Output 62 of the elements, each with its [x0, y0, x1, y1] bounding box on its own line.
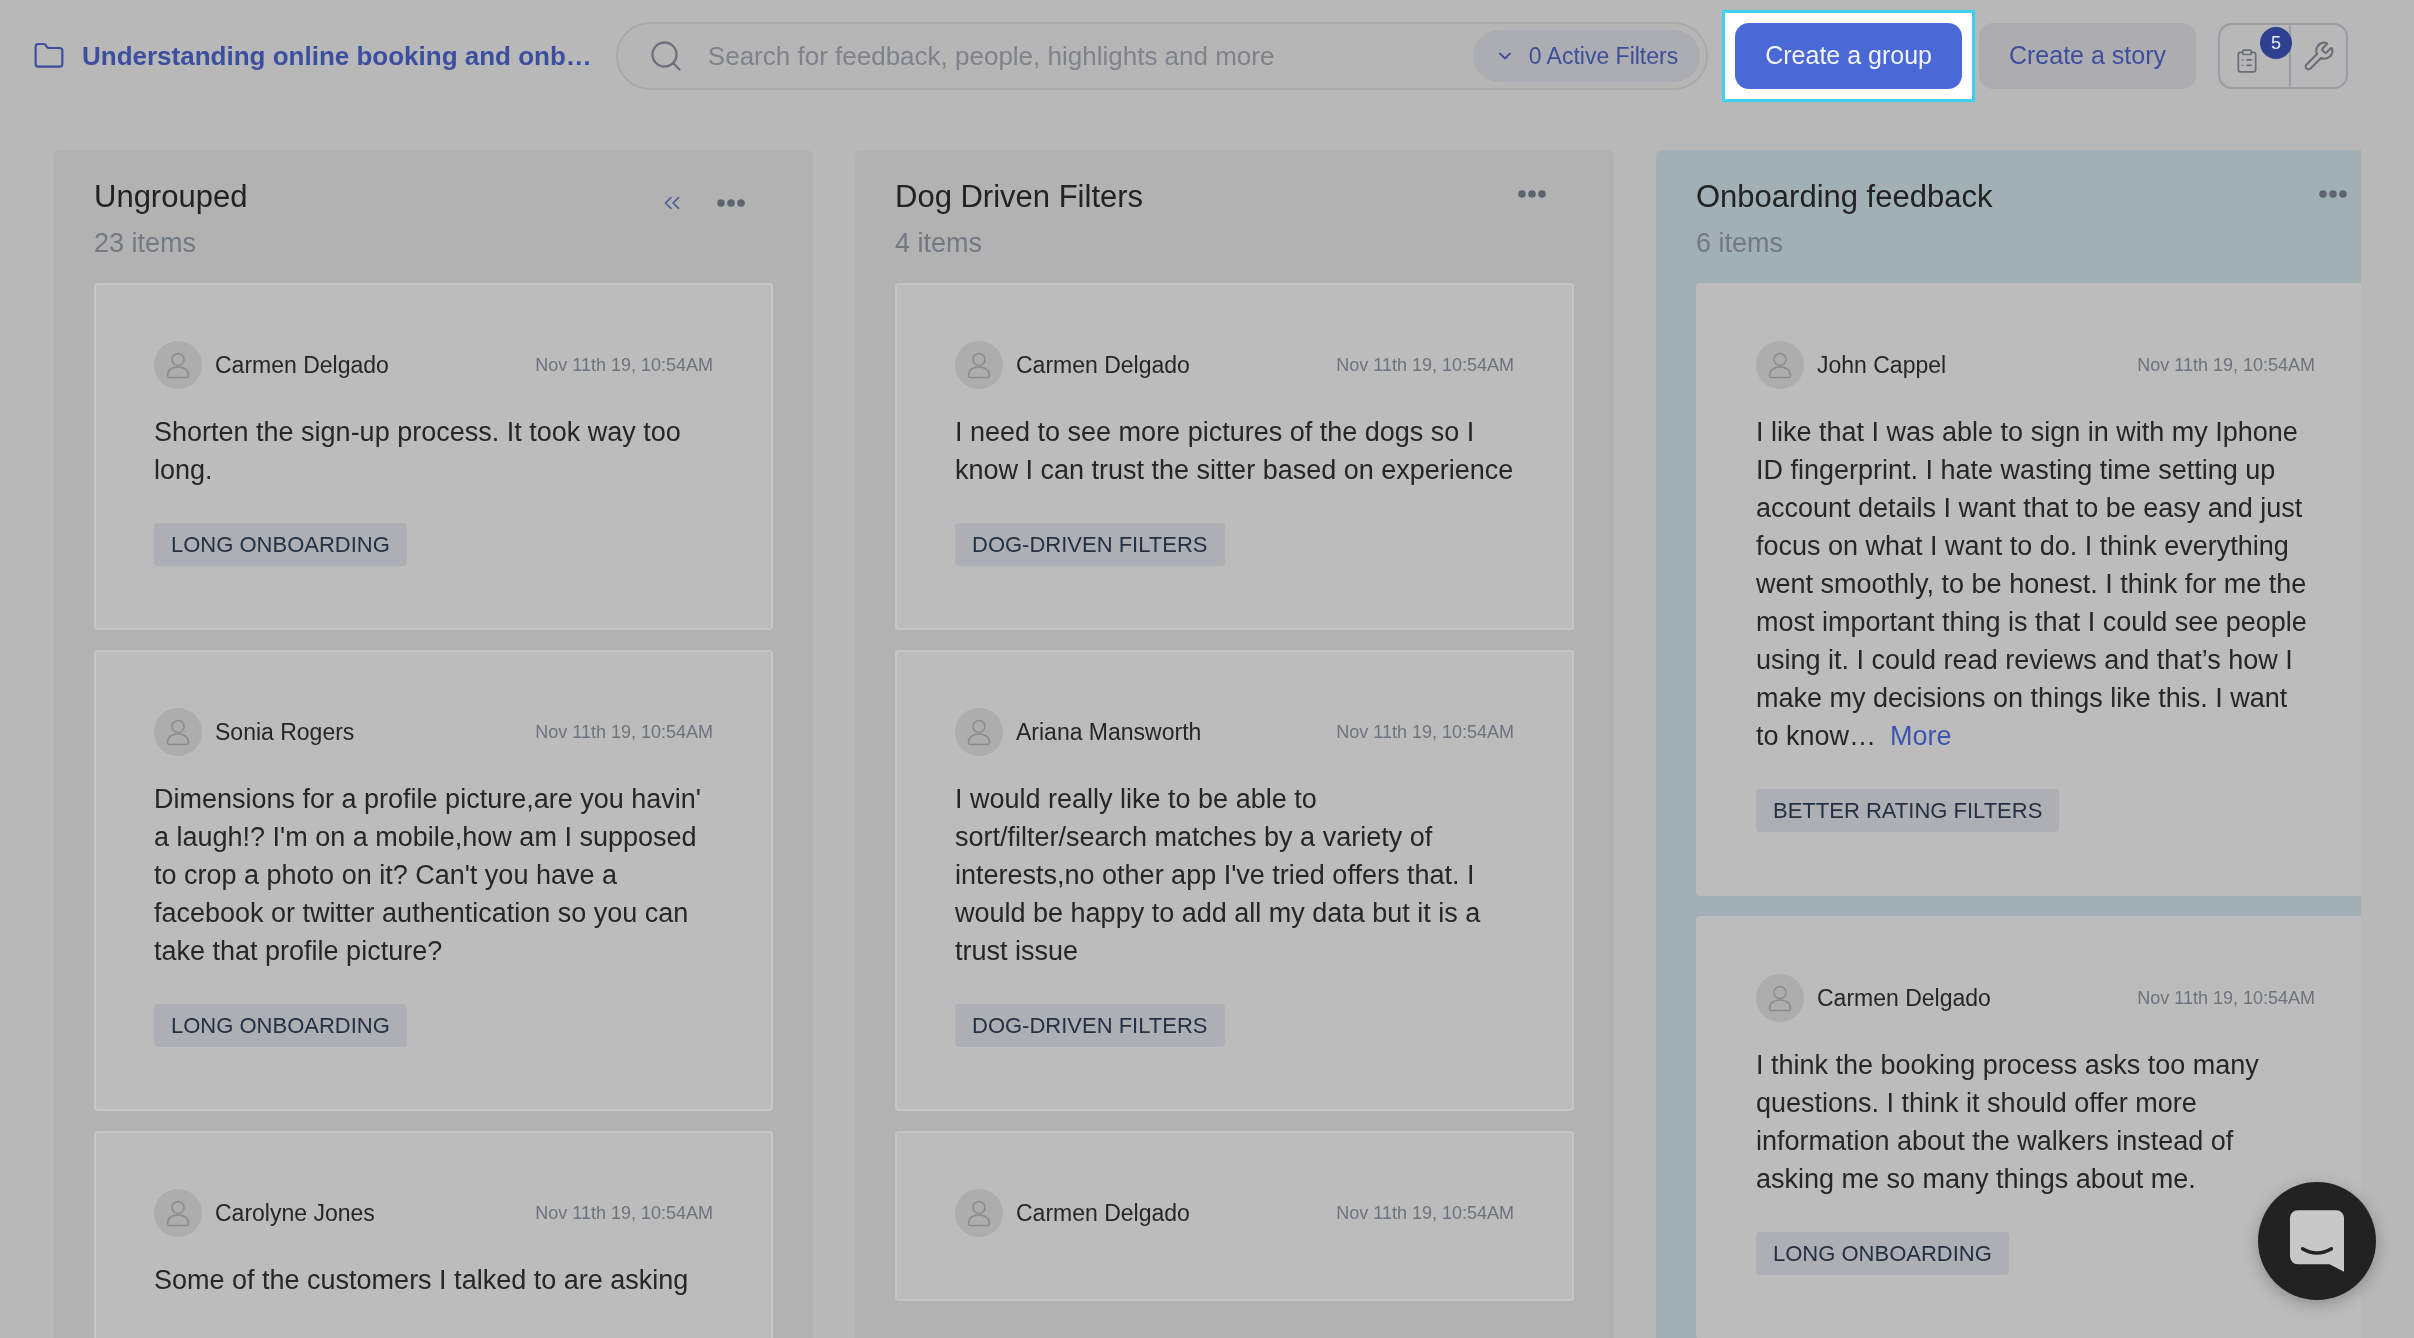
- date-text: Nov 11th 19, 10:54AM: [2137, 353, 2315, 377]
- avatar-icon: [955, 1189, 1003, 1237]
- tag: DOG-DRIVEN FILTERS: [955, 1004, 1225, 1047]
- author-name: Carmen Delgado: [1016, 350, 1190, 380]
- wrench-icon[interactable]: [2302, 40, 2335, 72]
- tag: LONG ONBOARDING: [1756, 1232, 2009, 1275]
- author-name: Carolyne Jones: [215, 1198, 375, 1228]
- chat-icon: [2290, 1210, 2344, 1272]
- tag: LONG ONBOARDING: [154, 1004, 407, 1047]
- avatar-icon: [154, 708, 202, 756]
- feedback-card[interactable]: Carmen Delgado Nov 11th 19, 10:54AM I need to see more pictures of the dogs so I know I can trust the sitter based on experience DOG-DRIVEN FILTERS: [895, 283, 1574, 630]
- feedback-text: Dimensions for a profile picture,are you havin' a laugh!? I'm on a mobile,how am I supposed to crop a photo on it? Can't you have a facebook or twitter authentication so you can take that profile picture?: [154, 783, 702, 968]
- group-title: Ungrouped: [94, 178, 248, 216]
- author-name: Carmen Delgado: [1817, 983, 1991, 1013]
- feedback-text: I would really like to be able to sort/filter/search matches by a variety of interests,no other app I've tried offers that. I would be happy to add all my data but it is a trust issue: [955, 783, 1482, 968]
- author-name: Ariana Mansworth: [1016, 717, 1202, 747]
- notification-count: 5: [2260, 27, 2292, 59]
- feedback-text: I need to see more pictures of the dogs so I know I can trust the sitter based on experience: [955, 416, 1514, 487]
- author-name: John Cappel: [1817, 350, 1947, 380]
- feedback-card[interactable]: [895, 650, 1574, 1111]
- avatar-icon: [154, 341, 202, 389]
- author-name: Carmen Delgado: [215, 350, 389, 380]
- feedback-card[interactable]: Carmen Delgado Nov 11th 19, 10:54AM Shorten the sign-up process. It took way too long. LONG ONBOARDING: [94, 283, 773, 630]
- action-button[interactable]: Create a group: [1735, 23, 1962, 89]
- avatar-icon: [955, 708, 1003, 756]
- feedback-text: Shorten the sign-up process. It took way too long.: [154, 416, 682, 487]
- feedback-card[interactable]: Carolyne Jones Nov 11th 19, 10:54AM Some of the customers I talked to are asking: [94, 1131, 773, 1338]
- more-link[interactable]: More: [1890, 721, 1952, 751]
- tag: BETTER RATING FILTERS: [1756, 789, 2060, 832]
- more-options-icon[interactable]: [717, 199, 745, 207]
- feedback-card[interactable]: [1696, 916, 2361, 1338]
- date-text: Nov 11th 19, 10:54AM: [535, 1201, 713, 1225]
- date-text: Nov 11th 19, 10:54AM: [535, 720, 713, 744]
- date-text: Nov 11th 19, 10:54AM: [535, 353, 713, 377]
- avatar-icon: [955, 341, 1003, 389]
- filters-button[interactable]: 0 Active Filters: [1472, 30, 1701, 82]
- avatar-icon: [1756, 341, 1804, 389]
- item-count: 23 items: [94, 227, 198, 260]
- feedback-text: I like that I was able to sign in with my Iphone ID fingerprint. I hate wasting time setting up account details I want that to be easy and just focus on what I want to do. I think everything went smoothly, to be honest. I think for me the most important thing is that I could see people using it. I could read reviews and that’s how I make my decisions on things like this. I want to know… More: [1756, 416, 2308, 753]
- date-text: Nov 11th 19, 10:54AM: [1336, 1201, 1514, 1225]
- feedback-card[interactable]: [1696, 283, 2361, 896]
- action-button[interactable]: Create a story: [1979, 23, 2196, 89]
- group-title: Onboarding feedback: [1696, 178, 1993, 216]
- date-text: Nov 11th 19, 10:54AM: [2137, 986, 2315, 1010]
- group-title: Dog Driven Filters: [895, 178, 1144, 216]
- more-options-icon[interactable]: [1518, 190, 1546, 198]
- avatar-icon: [1756, 974, 1804, 1022]
- feedback-text: I think the booking process asks too many questions. I think it should offer more information about the walkers instead of asking me so many things about me.: [1756, 1049, 2260, 1196]
- project-title[interactable]: Understanding online booking and onb…: [82, 39, 592, 73]
- feedback-card[interactable]: [94, 650, 773, 1111]
- feedback-card[interactable]: Carmen Delgado Nov 11th 19, 10:54AM: [895, 1131, 1574, 1301]
- avatar-icon: [154, 1189, 202, 1237]
- author-name: Carmen Delgado: [1016, 1198, 1190, 1228]
- clipboard-icon[interactable]: [2234, 47, 2260, 75]
- feedback-text: Some of the customers I talked to are asking: [154, 1264, 690, 1297]
- date-text: Nov 11th 19, 10:54AM: [1336, 720, 1514, 744]
- tag: LONG ONBOARDING: [154, 523, 407, 566]
- date-text: Nov 11th 19, 10:54AM: [1336, 353, 1514, 377]
- item-count: 4 items: [895, 227, 984, 260]
- tag: DOG-DRIVEN FILTERS: [955, 523, 1225, 566]
- author-name: Sonia Rogers: [215, 717, 355, 747]
- more-options-icon[interactable]: [2319, 190, 2347, 198]
